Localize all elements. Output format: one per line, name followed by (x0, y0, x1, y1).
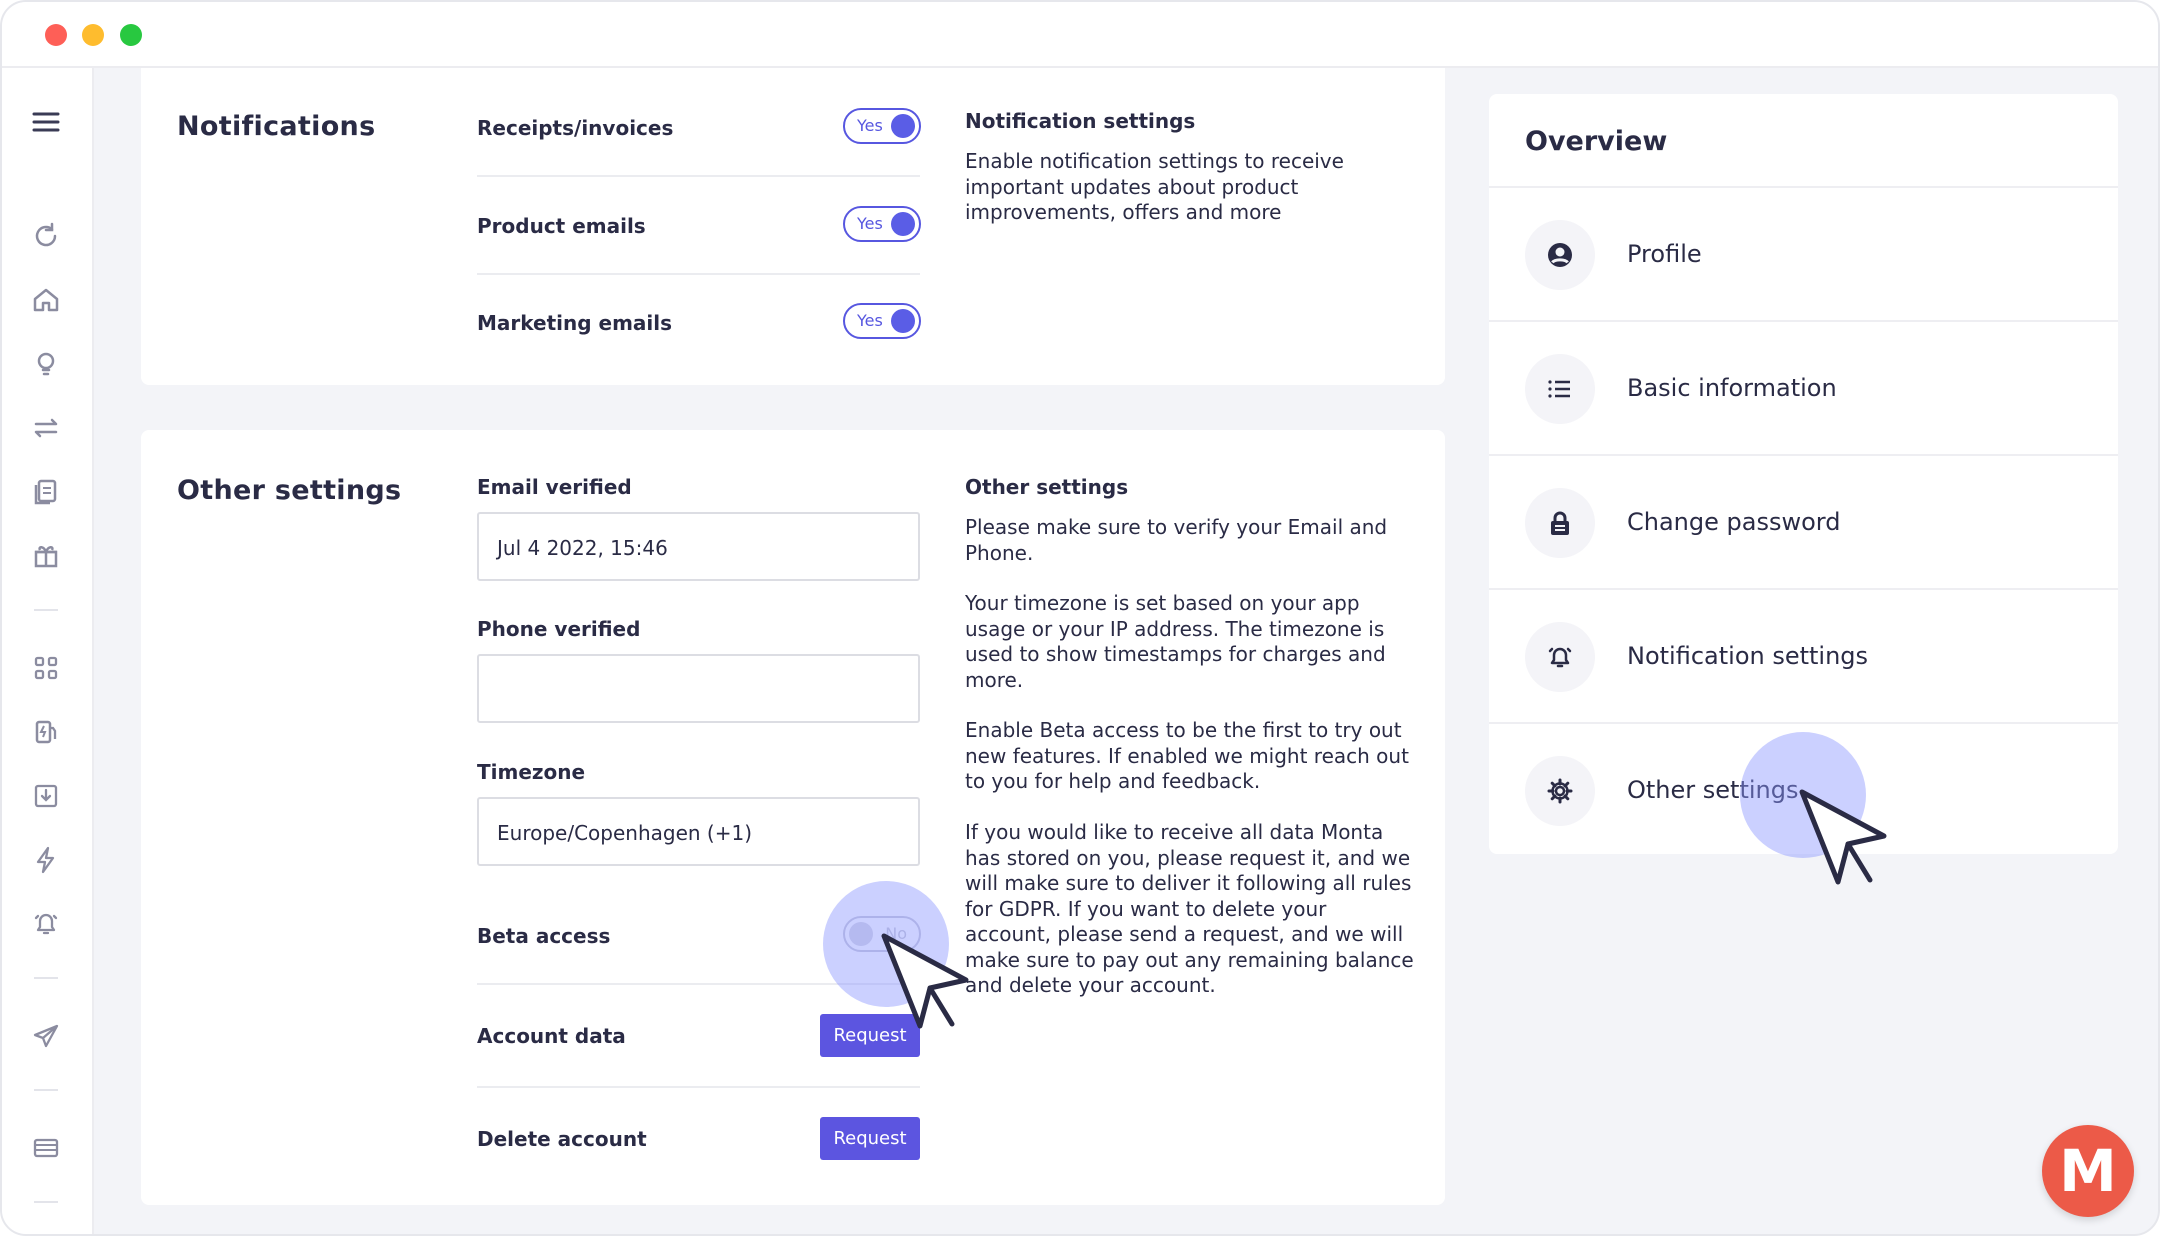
apps-icon[interactable] (28, 650, 64, 686)
other-help-title: Other settings (965, 475, 1129, 499)
product-emails-label: Product emails (477, 214, 646, 238)
timezone-field[interactable]: Europe/Copenhagen (+1) (477, 797, 920, 866)
icon-circle (1525, 488, 1595, 558)
phone-verified-label: Phone verified (477, 617, 641, 641)
receipts-label: Receipts/invoices (477, 116, 674, 140)
other-help-paragraph-3: Enable Beta access to be the first to tr… (965, 718, 1409, 793)
notifications-title: Notifications (177, 111, 376, 142)
notification-help-title: Notification settings (965, 109, 1196, 133)
home-icon[interactable] (28, 282, 64, 318)
brand-logo-letter: M (2059, 1137, 2117, 1205)
cursor-pointer-icon (881, 933, 969, 1029)
timezone-label: Timezone (477, 760, 586, 784)
lock-icon (1551, 511, 1569, 535)
bell-icon (1548, 647, 1572, 668)
overview-item-change-password[interactable]: Change password (1489, 456, 2118, 588)
account-data-label: Account data (477, 1024, 626, 1048)
cursor-pointer-icon (1799, 789, 1887, 885)
bulb-icon[interactable] (28, 346, 64, 382)
row-divider (477, 1086, 920, 1088)
gear-icon (1547, 778, 1573, 804)
fuel-station-icon[interactable] (28, 714, 64, 750)
icon-circle (1525, 354, 1595, 424)
icon-circle (1525, 756, 1595, 826)
sidebar-divider (34, 609, 58, 611)
lightning-icon[interactable] (28, 842, 64, 878)
overview-title: Overview (1525, 126, 1668, 157)
title-bar (2, 2, 2158, 68)
minimize-window-button[interactable] (82, 24, 104, 46)
sidebar-divider (34, 1089, 58, 1091)
user-circle-icon (1548, 243, 1572, 267)
app-window: Notifications Receipts/invoices Yes Prod… (0, 0, 2160, 1236)
receipts-toggle[interactable]: Yes (843, 108, 921, 144)
transfer-icon[interactable] (28, 410, 64, 446)
refresh-icon[interactable] (28, 218, 64, 254)
overview-item-label: Change password (1627, 508, 1841, 536)
notifications-card: Notifications Receipts/invoices Yes Prod… (141, 68, 1445, 385)
send-icon[interactable] (28, 1018, 64, 1054)
delete-account-label: Delete account (477, 1127, 647, 1151)
gift-icon[interactable] (28, 538, 64, 574)
card-icon[interactable] (28, 1130, 64, 1166)
overview-item-profile[interactable]: Profile (1489, 188, 2118, 320)
toggle-text: Yes (857, 116, 883, 135)
sidebar (2, 68, 94, 1234)
download-icon[interactable] (28, 778, 64, 814)
email-verified-field[interactable]: Jul 4 2022, 15:46 (477, 512, 920, 581)
maximize-window-button[interactable] (120, 24, 142, 46)
overview-item-label: Basic information (1627, 374, 1837, 402)
product-emails-toggle[interactable]: Yes (843, 206, 921, 242)
phone-verified-field[interactable] (477, 654, 920, 723)
notification-help-text: Enable notification settings to receive … (965, 149, 1344, 224)
bell-icon[interactable] (28, 906, 64, 942)
other-help-paragraph-1: Please make sure to verify your Email an… (965, 515, 1388, 565)
toggle-knob (891, 212, 915, 236)
other-settings-title: Other settings (177, 475, 402, 506)
icon-circle (1525, 220, 1595, 290)
row-divider (477, 273, 920, 275)
marketing-emails-toggle[interactable]: Yes (843, 303, 921, 339)
overview-item-label: Profile (1627, 240, 1702, 268)
icon-circle (1525, 622, 1595, 692)
overview-item-notification-settings[interactable]: Notification settings (1489, 590, 2118, 722)
overview-item-label: Notification settings (1627, 642, 1869, 670)
toggle-knob (891, 114, 915, 138)
toggle-text: Yes (857, 214, 883, 233)
sidebar-divider (34, 977, 58, 979)
toggle-text: Yes (857, 311, 883, 330)
menu-icon[interactable] (28, 104, 64, 140)
email-verified-label: Email verified (477, 475, 632, 499)
list-icon (1548, 380, 1570, 398)
overview-item-basic-information[interactable]: Basic information (1489, 322, 2118, 454)
documents-icon[interactable] (28, 474, 64, 510)
sidebar-divider (34, 1201, 58, 1203)
row-divider (477, 175, 920, 177)
other-help-paragraph-4: If you would like to receive all data Mo… (965, 820, 1414, 997)
beta-access-label: Beta access (477, 924, 611, 948)
brand-logo[interactable]: M (2042, 1125, 2134, 1217)
request-delete-account-button[interactable]: Request (820, 1117, 920, 1160)
other-settings-card: Other settings Email verified Jul 4 2022… (141, 430, 1445, 1205)
toggle-knob (891, 309, 915, 333)
marketing-emails-label: Marketing emails (477, 311, 673, 335)
close-window-button[interactable] (45, 24, 67, 46)
other-help-paragraph-2: Your timezone is set based on your app u… (965, 591, 1386, 692)
